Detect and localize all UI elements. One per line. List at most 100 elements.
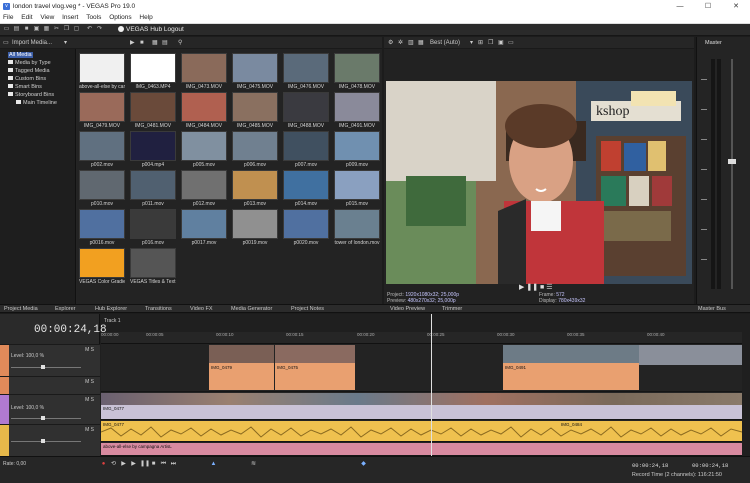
new-project-icon[interactable]: ▭: [3, 26, 10, 33]
media-thumbnail[interactable]: IMG_0479.MOV: [79, 92, 125, 129]
media-thumbnail[interactable]: p015.mov: [334, 170, 380, 207]
tab-video-preview[interactable]: Video Preview: [390, 305, 425, 314]
menu-tools[interactable]: Tools: [83, 13, 104, 22]
media-thumbnail[interactable]: p005.mov: [181, 131, 227, 168]
tab-master-bus[interactable]: Master Bus: [698, 305, 726, 314]
normal-edit-tool-icon[interactable]: ▲: [210, 461, 217, 468]
video-track-3-header[interactable]: Level: 100,0 % M S: [0, 394, 100, 424]
import-dropdown-icon[interactable]: ▾: [64, 39, 67, 47]
music-clip[interactable]: above-all-else by campagna ArtisL: [101, 443, 742, 455]
media-thumbnail[interactable]: IMG_0481.MOV: [130, 92, 176, 129]
level-slider[interactable]: [11, 416, 81, 420]
import-media-button[interactable]: Import Media...: [12, 39, 52, 47]
tree-storyboard-bins[interactable]: Storyboard Bins: [8, 91, 54, 99]
paste-icon[interactable]: ▢: [73, 26, 80, 33]
save-icon[interactable]: ■: [23, 26, 30, 33]
media-thumbnail[interactable]: IMG_0478.MOV: [334, 53, 380, 90]
media-thumbnail[interactable]: p010.mov: [79, 170, 125, 207]
fx-icon[interactable]: ✲: [398, 39, 403, 47]
record-icon[interactable]: ●: [100, 461, 107, 468]
tab-project-media[interactable]: Project Media: [4, 305, 38, 314]
mute-solo[interactable]: M S: [85, 347, 94, 353]
play-icon[interactable]: ▶: [130, 461, 137, 468]
media-thumbnail[interactable]: p016.mov: [130, 209, 176, 246]
media-thumbnail[interactable]: IMG_0476.MOV: [283, 53, 329, 90]
search-icon[interactable]: ⚲: [178, 39, 182, 47]
go-to-start-icon[interactable]: ⏮: [160, 461, 167, 468]
menu-insert[interactable]: Insert: [59, 13, 81, 22]
tab-video-fx[interactable]: Video FX: [190, 305, 213, 314]
view-icon[interactable]: ▦: [152, 39, 158, 47]
tree-main-timeline[interactable]: Main Timeline: [16, 99, 57, 107]
media-thumbnail[interactable]: p014.mov: [283, 170, 329, 207]
media-thumbnail[interactable]: p009.mov: [334, 131, 380, 168]
menu-icon[interactable]: ☰: [546, 284, 552, 291]
overlay-icon[interactable]: ▦: [418, 39, 424, 47]
media-thumbnail[interactable]: IMG_0485.MOV: [232, 92, 278, 129]
media-thumbnail[interactable]: VEGAS Titles & Text 21: [130, 248, 176, 285]
pause-icon[interactable]: ❚❚: [140, 461, 150, 468]
ripple-icon[interactable]: ≋: [250, 461, 257, 468]
video-clip[interactable]: [639, 345, 742, 365]
stop-icon[interactable]: ■: [150, 461, 157, 468]
stop-icon[interactable]: ■: [540, 284, 544, 291]
tab-transitions[interactable]: Transitions: [145, 305, 172, 314]
media-thumbnail[interactable]: p012.mov: [181, 170, 227, 207]
audio-track-header[interactable]: M S: [0, 424, 100, 456]
properties-icon[interactable]: ▤: [162, 39, 168, 47]
pause-icon[interactable]: ❚❚: [526, 284, 538, 291]
open-project-icon[interactable]: ▤: [13, 26, 20, 33]
media-thumbnail[interactable]: IMG_0475.MOV: [232, 53, 278, 90]
media-thumbnail[interactable]: IMG_0491.MOV: [334, 92, 380, 129]
tree-all-media[interactable]: All Media: [8, 51, 33, 59]
tree-smart-bins[interactable]: Smart Bins: [8, 83, 42, 91]
media-thumbnail[interactable]: p004.mp4: [130, 131, 176, 168]
split-screen-icon[interactable]: ▥: [408, 39, 414, 47]
overlays-icon[interactable]: ⊞: [478, 39, 483, 47]
settings-icon[interactable]: ⚙: [388, 39, 393, 47]
redo-icon[interactable]: ↷: [96, 26, 103, 33]
cut-icon[interactable]: ✂: [53, 26, 60, 33]
tab-hub-explorer[interactable]: Hub Explorer: [95, 305, 127, 314]
folder-icon[interactable]: ▭: [3, 39, 9, 47]
media-thumbnail[interactable]: IMG_0473.MOV: [181, 53, 227, 90]
copy-icon[interactable]: ❐: [63, 26, 70, 33]
tree-custom-bins[interactable]: Custom Bins: [8, 75, 46, 83]
playhead[interactable]: [431, 314, 432, 456]
volume-knob[interactable]: [41, 439, 45, 443]
audio-clip[interactable]: IMG_0477 IMG_0484: [101, 421, 742, 441]
video-clip[interactable]: IMG_0475: [275, 345, 355, 390]
minimize-button[interactable]: —: [666, 0, 694, 13]
go-to-end-icon[interactable]: ⏭: [170, 461, 177, 468]
media-thumbnail[interactable]: p013.mov: [232, 170, 278, 207]
media-thumbnail[interactable]: VEGAS Color Gradient 22: [79, 248, 125, 285]
properties-icon[interactable]: ▦: [43, 26, 50, 33]
tab-project-notes[interactable]: Project Notes: [291, 305, 324, 314]
video-clip-strip[interactable]: IMG_0477: [101, 393, 742, 419]
menu-file[interactable]: File: [0, 13, 16, 22]
tab-media-generator[interactable]: Media Generator: [231, 305, 272, 314]
media-thumbnail[interactable]: p006.mov: [232, 131, 278, 168]
media-thumbnail[interactable]: p0016.mov: [79, 209, 125, 246]
copy-snapshot-icon[interactable]: ❐: [488, 39, 493, 47]
save-snapshot-icon[interactable]: ▣: [498, 39, 504, 47]
play-from-start-icon[interactable]: ▶: [120, 461, 127, 468]
undo-icon[interactable]: ↶: [86, 26, 93, 33]
media-thumbnail[interactable]: tower of london.mov: [334, 209, 380, 246]
media-thumbnail[interactable]: IMG_0463.MP4: [130, 53, 176, 90]
media-thumbnail[interactable]: IMG_0484.MOV: [181, 92, 227, 129]
media-thumbnail[interactable]: p007.mov: [283, 131, 329, 168]
media-thumbnail[interactable]: p011.mov: [130, 170, 176, 207]
vegas-hub-logout-button[interactable]: VEGAS Hub Logout: [115, 25, 187, 35]
menu-view[interactable]: View: [37, 13, 57, 22]
video-track-1-header[interactable]: Level: 100,0 % M S: [0, 344, 100, 376]
level-knob[interactable]: [41, 365, 45, 369]
mute-solo[interactable]: M S: [85, 397, 94, 403]
render-icon[interactable]: ▣: [33, 26, 40, 33]
external-monitor-icon[interactable]: ▭: [508, 39, 514, 47]
media-thumbnail[interactable]: p0017.mov: [181, 209, 227, 246]
video-track-2-header[interactable]: M S: [0, 376, 100, 394]
media-thumbnail[interactable]: p0020.mov: [283, 209, 329, 246]
mute-solo[interactable]: M S: [85, 379, 94, 385]
loop-icon[interactable]: ⟲: [110, 461, 117, 468]
